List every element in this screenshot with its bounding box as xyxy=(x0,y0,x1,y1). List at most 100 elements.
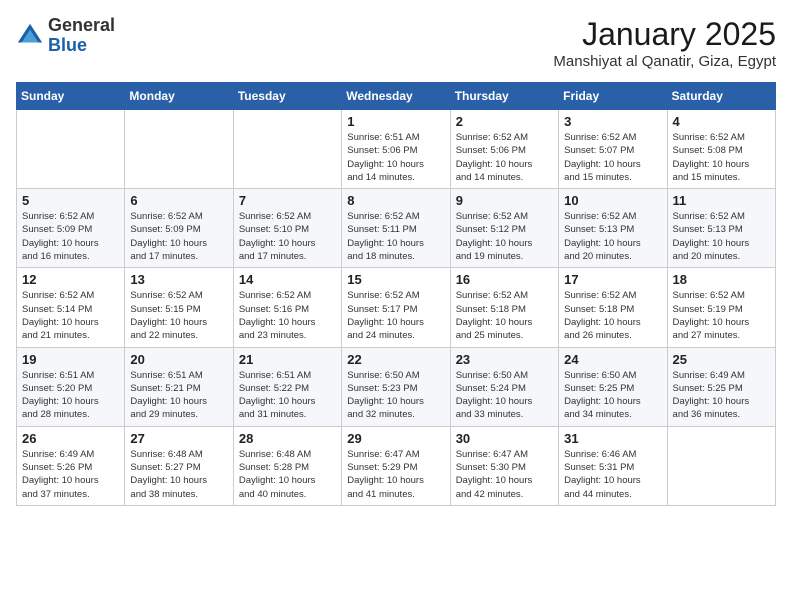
day-number: 17 xyxy=(564,272,661,287)
day-number: 15 xyxy=(347,272,444,287)
weekday-header-row: SundayMondayTuesdayWednesdayThursdayFrid… xyxy=(17,83,776,110)
day-info: Sunrise: 6:52 AMSunset: 5:14 PMDaylight:… xyxy=(22,289,119,342)
calendar-cell: 22 Sunrise: 6:50 AMSunset: 5:23 PMDayligh… xyxy=(342,347,450,426)
weekday-header-friday: Friday xyxy=(559,83,667,110)
day-info: Sunrise: 6:49 AMSunset: 5:26 PMDaylight:… xyxy=(22,448,119,501)
calendar-cell: 31 Sunrise: 6:46 AMSunset: 5:31 PMDayligh… xyxy=(559,426,667,505)
calendar-cell: 15 Sunrise: 6:52 AMSunset: 5:17 PMDayligh… xyxy=(342,268,450,347)
weekday-header-wednesday: Wednesday xyxy=(342,83,450,110)
calendar-cell: 12 Sunrise: 6:52 AMSunset: 5:14 PMDayligh… xyxy=(17,268,125,347)
calendar-cell: 29Sunrise: 6:47 AMSunset: 5:29 PMDayligh… xyxy=(342,426,450,505)
calendar-cell: 1Sunrise: 6:51 AMSunset: 5:06 PMDaylight… xyxy=(342,110,450,189)
calendar-cell: 4 Sunrise: 6:52 AMSunset: 5:08 PMDaylight… xyxy=(667,110,775,189)
calendar-cell: 21Sunrise: 6:51 AMSunset: 5:22 PMDayligh… xyxy=(233,347,341,426)
day-info: Sunrise: 6:52 AMSunset: 5:16 PMDaylight:… xyxy=(239,289,336,342)
calendar-cell: 23 Sunrise: 6:50 AMSunset: 5:24 PMDayligh… xyxy=(450,347,558,426)
day-info: Sunrise: 6:52 AMSunset: 5:15 PMDaylight:… xyxy=(130,289,227,342)
calendar-week-row: 5 Sunrise: 6:52 AMSunset: 5:09 PMDaylight… xyxy=(17,189,776,268)
day-number: 21 xyxy=(239,352,336,367)
weekday-header-monday: Monday xyxy=(125,83,233,110)
day-info: Sunrise: 6:52 AMSunset: 5:17 PMDaylight:… xyxy=(347,289,444,342)
day-info: Sunrise: 6:52 AMSunset: 5:08 PMDaylight:… xyxy=(673,131,770,184)
logo-blue-text: Blue xyxy=(48,35,87,55)
calendar-week-row: 12 Sunrise: 6:52 AMSunset: 5:14 PMDayligh… xyxy=(17,268,776,347)
day-number: 11 xyxy=(673,193,770,208)
day-info: Sunrise: 6:52 AMSunset: 5:13 PMDaylight:… xyxy=(673,210,770,263)
day-info: Sunrise: 6:52 AMSunset: 5:18 PMDaylight:… xyxy=(456,289,553,342)
calendar-cell: 3 Sunrise: 6:52 AMSunset: 5:07 PMDaylight… xyxy=(559,110,667,189)
day-number: 26 xyxy=(22,431,119,446)
calendar-week-row: 26 Sunrise: 6:49 AMSunset: 5:26 PMDayligh… xyxy=(17,426,776,505)
day-number: 2 xyxy=(456,114,553,129)
calendar-cell: 27 Sunrise: 6:48 AMSunset: 5:27 PMDayligh… xyxy=(125,426,233,505)
day-info: Sunrise: 6:52 AMSunset: 5:13 PMDaylight:… xyxy=(564,210,661,263)
day-number: 5 xyxy=(22,193,119,208)
day-number: 3 xyxy=(564,114,661,129)
day-number: 27 xyxy=(130,431,227,446)
day-info: Sunrise: 6:52 AMSunset: 5:09 PMDaylight:… xyxy=(22,210,119,263)
day-number: 18 xyxy=(673,272,770,287)
weekday-header-sunday: Sunday xyxy=(17,83,125,110)
calendar-cell: 16 Sunrise: 6:52 AMSunset: 5:18 PMDayligh… xyxy=(450,268,558,347)
day-number: 24 xyxy=(564,352,661,367)
day-info: Sunrise: 6:48 AMSunset: 5:28 PMDaylight:… xyxy=(239,448,336,501)
calendar-cell: 2 Sunrise: 6:52 AMSunset: 5:06 PMDaylight… xyxy=(450,110,558,189)
calendar-cell: 19 Sunrise: 6:51 AMSunset: 5:20 PMDayligh… xyxy=(17,347,125,426)
weekday-header-saturday: Saturday xyxy=(667,83,775,110)
day-info: Sunrise: 6:51 AMSunset: 5:20 PMDaylight:… xyxy=(22,369,119,422)
day-number: 22 xyxy=(347,352,444,367)
day-number: 31 xyxy=(564,431,661,446)
day-info: Sunrise: 6:48 AMSunset: 5:27 PMDaylight:… xyxy=(130,448,227,501)
day-info: Sunrise: 6:52 AMSunset: 5:07 PMDaylight:… xyxy=(564,131,661,184)
day-number: 4 xyxy=(673,114,770,129)
title-block: January 2025 Manshiyat al Qanatir, Giza,… xyxy=(553,16,776,70)
calendar-cell: 28 Sunrise: 6:48 AMSunset: 5:28 PMDayligh… xyxy=(233,426,341,505)
month-title: January 2025 xyxy=(553,16,776,53)
day-number: 9 xyxy=(456,193,553,208)
calendar-cell: 7 Sunrise: 6:52 AMSunset: 5:10 PMDaylight… xyxy=(233,189,341,268)
day-number: 12 xyxy=(22,272,119,287)
calendar-cell xyxy=(17,110,125,189)
day-info: Sunrise: 6:52 AMSunset: 5:11 PMDaylight:… xyxy=(347,210,444,263)
day-info: Sunrise: 6:47 AMSunset: 5:29 PMDaylight:… xyxy=(347,448,444,501)
calendar-cell: 24 Sunrise: 6:50 AMSunset: 5:25 PMDayligh… xyxy=(559,347,667,426)
calendar-cell xyxy=(125,110,233,189)
calendar-cell xyxy=(233,110,341,189)
day-info: Sunrise: 6:50 AMSunset: 5:25 PMDaylight:… xyxy=(564,369,661,422)
calendar-cell: 6Sunrise: 6:52 AMSunset: 5:09 PMDaylight… xyxy=(125,189,233,268)
day-number: 1 xyxy=(347,114,444,129)
day-number: 10 xyxy=(564,193,661,208)
calendar-cell: 20 Sunrise: 6:51 AMSunset: 5:21 PMDayligh… xyxy=(125,347,233,426)
logo-general-text: General xyxy=(48,15,115,35)
calendar-cell: 5 Sunrise: 6:52 AMSunset: 5:09 PMDaylight… xyxy=(17,189,125,268)
calendar-week-row: 19 Sunrise: 6:51 AMSunset: 5:20 PMDayligh… xyxy=(17,347,776,426)
day-number: 23 xyxy=(456,352,553,367)
day-info: Sunrise: 6:52 AMSunset: 5:18 PMDaylight:… xyxy=(564,289,661,342)
day-info: Sunrise: 6:50 AMSunset: 5:23 PMDaylight:… xyxy=(347,369,444,422)
day-number: 16 xyxy=(456,272,553,287)
calendar-cell: 11 Sunrise: 6:52 AMSunset: 5:13 PMDayligh… xyxy=(667,189,775,268)
day-info: Sunrise: 6:46 AMSunset: 5:31 PMDaylight:… xyxy=(564,448,661,501)
calendar-table: SundayMondayTuesdayWednesdayThursdayFrid… xyxy=(16,82,776,506)
day-number: 6 xyxy=(130,193,227,208)
calendar-cell: 25Sunrise: 6:49 AMSunset: 5:25 PMDayligh… xyxy=(667,347,775,426)
day-number: 19 xyxy=(22,352,119,367)
day-number: 13 xyxy=(130,272,227,287)
day-number: 28 xyxy=(239,431,336,446)
calendar-cell: 30Sunrise: 6:47 AMSunset: 5:30 PMDayligh… xyxy=(450,426,558,505)
day-number: 25 xyxy=(673,352,770,367)
day-info: Sunrise: 6:52 AMSunset: 5:06 PMDaylight:… xyxy=(456,131,553,184)
logo-icon xyxy=(16,22,44,50)
day-info: Sunrise: 6:51 AMSunset: 5:21 PMDaylight:… xyxy=(130,369,227,422)
weekday-header-thursday: Thursday xyxy=(450,83,558,110)
logo: General Blue xyxy=(16,16,115,56)
day-number: 7 xyxy=(239,193,336,208)
calendar-cell: 17 Sunrise: 6:52 AMSunset: 5:18 PMDayligh… xyxy=(559,268,667,347)
calendar-cell: 14Sunrise: 6:52 AMSunset: 5:16 PMDayligh… xyxy=(233,268,341,347)
day-info: Sunrise: 6:50 AMSunset: 5:24 PMDaylight:… xyxy=(456,369,553,422)
day-number: 20 xyxy=(130,352,227,367)
day-info: Sunrise: 6:52 AMSunset: 5:10 PMDaylight:… xyxy=(239,210,336,263)
day-number: 8 xyxy=(347,193,444,208)
calendar-cell: 10 Sunrise: 6:52 AMSunset: 5:13 PMDayligh… xyxy=(559,189,667,268)
calendar-cell xyxy=(667,426,775,505)
